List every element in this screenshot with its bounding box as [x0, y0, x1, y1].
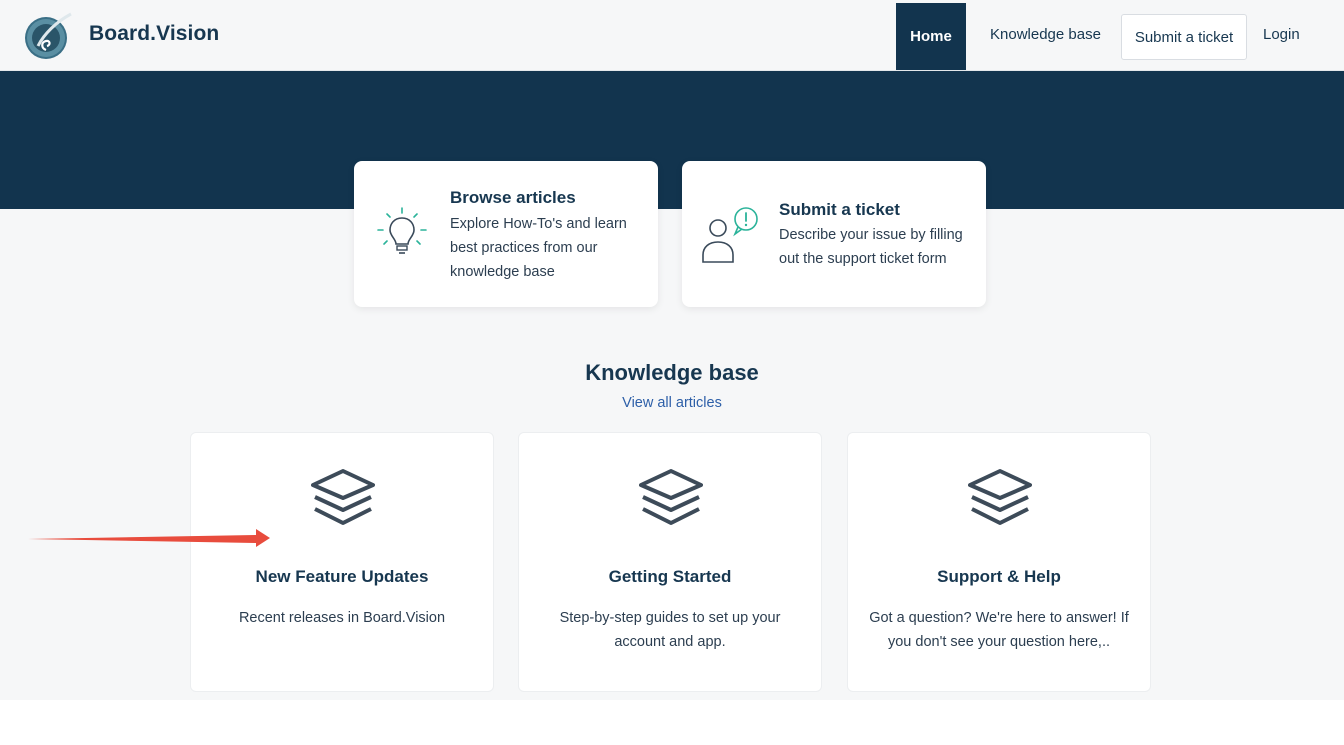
- hero-banner: [0, 71, 1344, 209]
- category-name: New Feature Updates: [255, 567, 429, 586]
- submit-ticket-description: Describe your issue by filling out the s…: [779, 227, 963, 267]
- layers-icon: [639, 469, 703, 525]
- browse-articles-description: Explore How-To's and learn best practice…: [450, 216, 627, 280]
- category-card-new-feature-updates[interactable]: New Feature Updates Recent releases in B…: [190, 432, 494, 692]
- category-description: Recent releases in Board.Vision: [238, 610, 446, 626]
- category-name: Support & Help: [937, 567, 1061, 586]
- page-footer-area: [0, 700, 1344, 745]
- nav-submit-ticket-button[interactable]: Submit a ticket: [1121, 14, 1247, 60]
- board-vision-logo-icon[interactable]: [24, 12, 72, 60]
- layers-icon: [968, 469, 1032, 525]
- nav-home[interactable]: Home: [896, 3, 966, 70]
- category-description: Step-by-step guides to set up your accou…: [559, 610, 781, 650]
- category-card-getting-started[interactable]: Getting Started Step-by-step guides to s…: [518, 432, 822, 692]
- layers-icon: [311, 469, 375, 525]
- person-alert-icon: [702, 207, 758, 263]
- submit-ticket-card[interactable]: Submit a ticket Describe your issue by f…: [682, 161, 986, 307]
- nav-login[interactable]: Login: [1263, 26, 1300, 43]
- view-all-articles-link[interactable]: View all articles: [0, 395, 1344, 411]
- browse-articles-title: Browse articles: [450, 188, 576, 207]
- nav-knowledge-base[interactable]: Knowledge base: [990, 26, 1101, 43]
- site-header: Board.Vision Home Knowledge base Submit …: [0, 0, 1344, 71]
- category-description: Got a question? We're here to answer! If…: [869, 610, 1129, 650]
- annotation-arrow-icon: [28, 529, 270, 547]
- brand-name[interactable]: Board.Vision: [89, 22, 219, 46]
- browse-articles-card[interactable]: Browse articles Explore How-To's and lea…: [354, 161, 658, 307]
- submit-ticket-title: Submit a ticket: [779, 200, 900, 219]
- lightbulb-icon: [377, 207, 427, 254]
- category-name: Getting Started: [608, 567, 732, 586]
- category-card-support-help[interactable]: Support & Help Got a question? We're her…: [847, 432, 1151, 692]
- knowledge-base-heading: Knowledge base: [585, 360, 759, 385]
